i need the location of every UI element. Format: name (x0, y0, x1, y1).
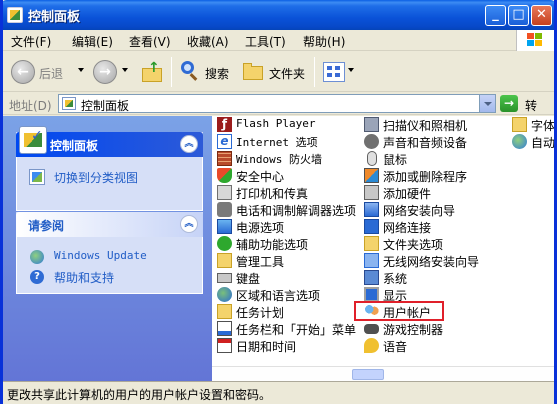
views-dropdown-icon[interactable] (348, 68, 354, 72)
flash-icon: ƒ (217, 117, 232, 132)
globe-update-icon (512, 134, 527, 149)
up-folder-icon[interactable]: ↑ (142, 60, 164, 84)
menu-view[interactable]: 查看(V) (129, 33, 171, 50)
help-and-support-link[interactable]: 帮助和支持 (54, 269, 114, 286)
back-arrow-icon[interactable]: ← (11, 60, 35, 84)
switch-to-category-view-link[interactable]: 切换到分类视图 (54, 169, 138, 186)
folders-button-label[interactable]: 文件夹 (269, 65, 305, 82)
control-panel-panel: ✓ 控制面板 ︽ 切换到分类视图 (16, 126, 203, 211)
window: 控制面板 _ □ ✕ 文件(F) 编辑(E) 查看(V) 收藏(A) 工具(T)… (0, 0, 557, 404)
keyboard-icon (217, 273, 232, 283)
display-icon (364, 287, 379, 302)
windows-update-icon (29, 249, 45, 265)
collapse-chevron-icon[interactable]: ︽ (180, 215, 198, 233)
network-icon (364, 219, 379, 234)
forward-dropdown-icon[interactable] (122, 68, 128, 72)
windows-update-link[interactable]: Windows Update (54, 249, 147, 262)
gamepad-icon (364, 324, 379, 334)
speaker-icon (364, 134, 379, 149)
help-icon: ? (29, 269, 45, 285)
control-panel-icon (7, 7, 23, 23)
control-panel-icon (62, 97, 76, 110)
control-panel-large-icon: ✓ (19, 126, 47, 154)
folder-options-icon (364, 236, 379, 251)
menu-edit[interactable]: 编辑(E) (72, 33, 113, 50)
speech-icon (364, 338, 379, 353)
taskbar-icon (217, 321, 232, 336)
close-button[interactable]: ✕ (531, 5, 552, 26)
search-button-label[interactable]: 搜索 (205, 65, 229, 82)
shield-icon (217, 168, 232, 183)
windows-flag-icon (527, 33, 542, 47)
menu-bar: 文件(F) 编辑(E) 查看(V) 收藏(A) 工具(T) 帮助(H) (3, 30, 554, 51)
network-wizard-icon (364, 202, 379, 217)
scanner-icon (364, 117, 379, 132)
see-also-panel: 请参阅 ︽ Windows Update ? 帮助和支持 (16, 212, 203, 294)
back-button-label[interactable]: 后退 (39, 65, 63, 82)
see-also-panel-title: 请参阅 (28, 219, 65, 233)
task-pane: ✓ 控制面板 ︽ 切换到分类视图 请参阅 ︽ Windows Update ? … (3, 116, 212, 381)
menu-favorites[interactable]: 收藏(A) (187, 33, 229, 50)
views-icon[interactable] (323, 62, 345, 82)
back-dropdown-icon[interactable] (78, 68, 84, 72)
fonts-folder-icon (512, 117, 527, 132)
address-bar: 地址(D) 控制面板 → 转到 (3, 93, 554, 130)
printer-icon (217, 185, 232, 200)
switch-view-icon (29, 169, 45, 185)
see-also-panel-body: Windows Update ? 帮助和支持 (16, 237, 203, 294)
scrollbar-thumb[interactable] (352, 369, 384, 380)
menu-tools[interactable]: 工具(T) (245, 33, 286, 50)
address-value: 控制面板 (81, 99, 130, 113)
see-also-panel-header[interactable]: 请参阅 ︽ (16, 212, 203, 237)
scheduled-tasks-icon (217, 304, 232, 319)
calendar-icon (217, 338, 232, 353)
maximize-button[interactable]: □ (508, 5, 529, 26)
control-panel-items: ƒ Flash Player e Internet 选项 Windows 防火墙… (212, 116, 554, 381)
title-bar[interactable]: 控制面板 _ □ ✕ (3, 0, 554, 30)
toolbar: ← 后退 → ↑ 搜索 文件夹 (3, 52, 554, 92)
control-panel-panel-title: 控制面板 (50, 139, 99, 153)
admin-tools-icon (217, 253, 232, 268)
control-panel-panel-header[interactable]: ✓ 控制面板 ︽ (16, 126, 203, 157)
system-icon (364, 270, 379, 285)
mouse-icon (367, 151, 377, 166)
horizontal-scrollbar[interactable] (212, 366, 554, 381)
hardware-icon (364, 185, 379, 200)
phone-icon (217, 202, 232, 217)
user-accounts-highlight (354, 301, 444, 321)
accessibility-icon (217, 236, 232, 251)
control-panel-panel-body: 切换到分类视图 (16, 157, 203, 211)
menu-file[interactable]: 文件(F) (11, 33, 51, 50)
power-icon (217, 219, 232, 234)
programs-icon (364, 168, 379, 183)
wireless-icon (364, 253, 379, 268)
address-input[interactable]: 控制面板 (58, 94, 496, 113)
go-arrow-icon: → (500, 95, 518, 112)
collapse-chevron-icon[interactable]: ︽ (180, 135, 198, 153)
folders-icon[interactable] (243, 63, 265, 81)
minimize-button[interactable]: _ (485, 5, 506, 26)
firewall-icon (217, 151, 232, 166)
forward-arrow-icon[interactable]: → (93, 60, 117, 84)
address-label: 地址(D) (9, 99, 52, 113)
window-title: 控制面板 (28, 10, 81, 25)
globe-icon (217, 287, 232, 302)
status-text: 更改共享此计算机的用户的用户帐户设置和密码。 (7, 388, 272, 402)
search-icon[interactable] (179, 61, 199, 81)
address-dropdown-icon[interactable] (479, 95, 495, 112)
windows-logo (516, 30, 554, 51)
status-bar: 更改共享此计算机的用户的用户帐户设置和密码。 (3, 381, 554, 404)
internet-explorer-icon: e (217, 134, 232, 149)
menu-help[interactable]: 帮助(H) (303, 33, 345, 50)
